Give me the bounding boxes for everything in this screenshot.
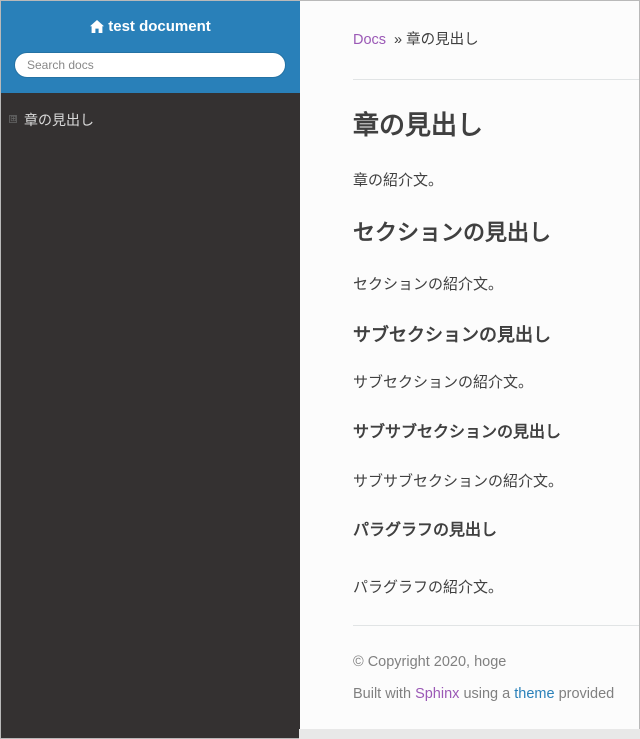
paragraph-intro: パラグラフの紹介文。 <box>353 579 504 596</box>
subsection-intro: サブセクションの紹介文。 <box>353 374 534 391</box>
chapter-intro: 章の紹介文。 <box>353 172 444 189</box>
sphinx-link[interactable]: Sphinx <box>415 686 459 702</box>
main-content: Docs» 章の見出し 章の見出し 章の紹介文。 セクションの見出し セクションの… <box>300 1 639 738</box>
breadcrumb-docs-link[interactable]: Docs <box>353 32 386 48</box>
breadcrumb: Docs » 章の見出し <box>353 30 479 50</box>
page-title: 章の見出し <box>353 110 484 140</box>
footer-built-with-label: Built with <box>353 686 412 702</box>
sidebar-header: test document <box>1 1 300 93</box>
home-icon <box>90 18 105 40</box>
breadcrumb-current: 章の見出し <box>406 32 479 48</box>
footer-provided: provided <box>558 686 615 702</box>
subsubsection-heading: サブサブセクションの見出し <box>353 424 562 441</box>
section-intro: セクションの紹介文。 <box>353 276 504 293</box>
footer-built-with: Built with Sphinx using a theme provided <box>353 684 614 704</box>
subsection-heading: サブセクションの見出し <box>353 325 551 345</box>
expand-icon[interactable]: ⊞ <box>9 115 17 123</box>
theme-link[interactable]: theme <box>514 686 554 702</box>
horizontal-scrollbar[interactable] <box>299 729 640 739</box>
sidebar: test document ⊞ 章の見出し <box>1 1 300 738</box>
browser-frame: test document ⊞ 章の見出し Docs»章の見出し 章の見出し 章… <box>0 0 640 739</box>
footer-copyright: © Copyright 2020, hoge <box>353 654 507 670</box>
footer-using-a: using a <box>463 686 511 702</box>
sidebar-item-chapter[interactable]: ⊞ 章の見出し <box>1 109 300 131</box>
header-divider <box>353 79 639 80</box>
footer-divider <box>353 625 639 626</box>
subsubsection-intro: サブサブセクションの紹介文。 <box>353 473 564 490</box>
search-input[interactable] <box>14 52 286 78</box>
paragraph-heading: パラグラフの見出し <box>353 522 498 539</box>
brand-title: test document <box>108 18 211 35</box>
section-heading: セクションの見出し <box>353 220 552 245</box>
sidebar-item-label: 章の見出し <box>24 112 94 128</box>
breadcrumb-separator: » <box>394 32 403 48</box>
brand-home-link[interactable]: test document <box>1 16 300 38</box>
